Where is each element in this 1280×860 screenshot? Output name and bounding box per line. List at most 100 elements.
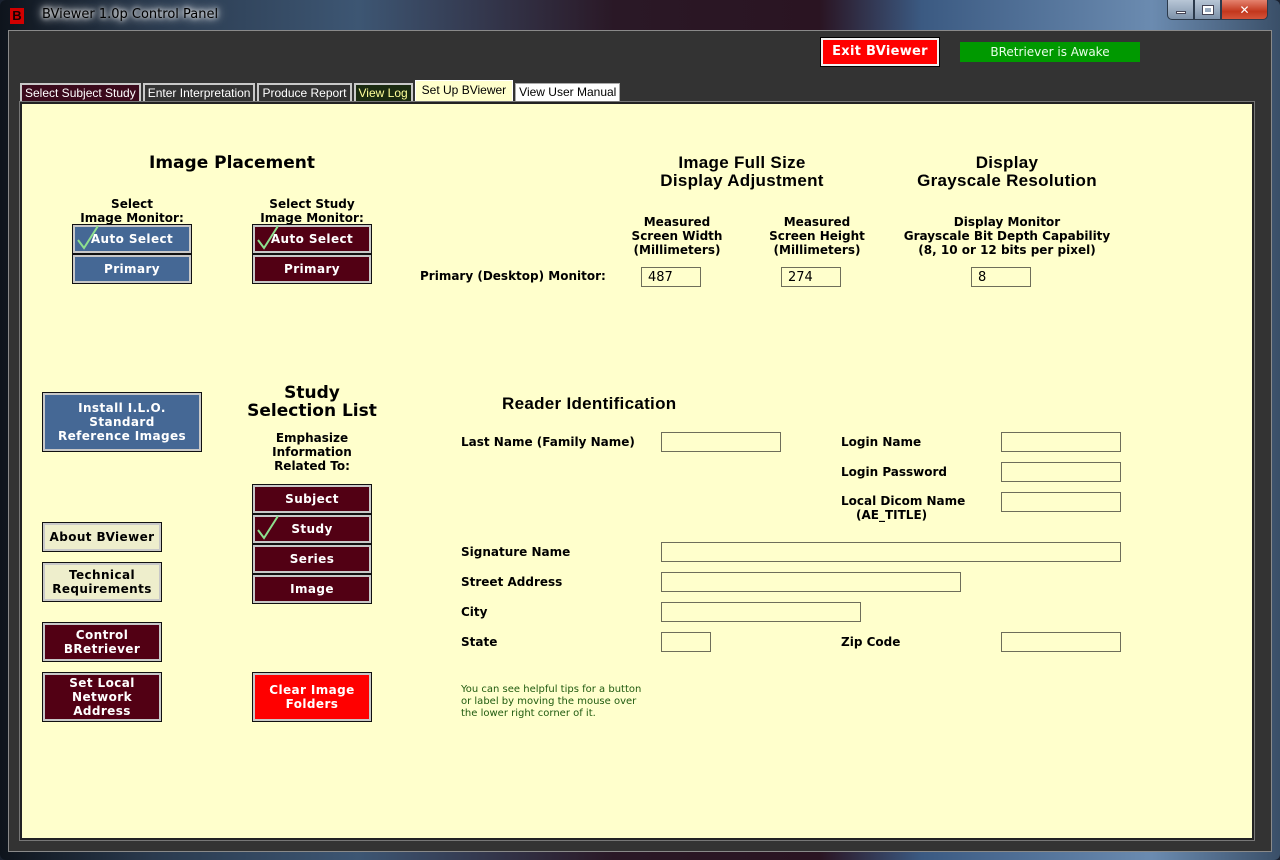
emphasize-study-button[interactable]: Study (252, 514, 372, 544)
label-line: (8, 10 or 12 bits per pixel) (918, 243, 1096, 257)
street-address-input[interactable] (661, 572, 961, 592)
label-line: Screen Height (769, 229, 865, 243)
about-bviewer-button[interactable]: About BViewer (42, 522, 162, 552)
grayscale-title: Display Grayscale Resolution (887, 154, 1127, 190)
label-line: Information (272, 445, 352, 459)
button-label: Study (291, 522, 333, 536)
last-name-input[interactable] (661, 432, 781, 452)
image-monitor-label-line1: Select (111, 197, 153, 211)
emphasize-series-button[interactable]: Series (252, 544, 372, 574)
city-label: City (461, 605, 488, 619)
app-window: B BViewer 1.0p Control Panel ✕ Exit BVie… (0, 0, 1280, 860)
tab-view-log[interactable]: View Log (353, 83, 413, 102)
control-bretriever-button[interactable]: Control BRetriever (42, 622, 162, 662)
button-label: Series (289, 552, 335, 566)
bit-depth-label: Display Monitor Grayscale Bit Depth Capa… (882, 215, 1132, 257)
last-name-label: Last Name (Family Name) (461, 435, 635, 449)
help-tip-text: You can see helpful tips for a button or… (461, 684, 641, 720)
clear-image-folders-button[interactable]: Clear Image Folders (252, 672, 372, 722)
setup-panel: Image Placement Select Image Monitor: Au… (20, 102, 1254, 840)
study-monitor-label: Select Study Image Monitor: (242, 197, 382, 225)
exit-bviewer-button[interactable]: Exit BViewer (820, 37, 940, 67)
screen-width-input[interactable] (641, 267, 701, 287)
full-size-title-line1: Image Full Size (678, 153, 806, 172)
minimize-button[interactable] (1167, 0, 1194, 20)
zip-code-input[interactable] (1001, 632, 1121, 652)
study-selection-title-line2: Selection List (247, 401, 377, 421)
city-input[interactable] (661, 602, 861, 622)
image-placement-title: Image Placement (149, 153, 315, 173)
button-label: Primary (104, 262, 160, 276)
label-line: Measured (643, 215, 711, 229)
label-line: Measured (783, 215, 851, 229)
emphasize-subject-button[interactable]: Subject (252, 484, 372, 514)
button-label: Technical Requirements (52, 568, 152, 596)
reader-identification-title: Reader Identification (502, 394, 677, 413)
label-line: Local Dicom Name (841, 494, 966, 508)
login-password-input[interactable] (1001, 462, 1121, 482)
label-line: Requirements (52, 582, 152, 596)
study-monitor-primary-button[interactable]: Primary (252, 254, 372, 284)
checkmark-icon (257, 515, 279, 540)
label-line: Related To: (274, 459, 350, 473)
set-local-network-address-button[interactable]: Set Local Network Address (42, 672, 162, 722)
app-logo-icon: B (10, 8, 24, 24)
label-line: (AE_TITLE) (856, 508, 928, 522)
button-label: Primary (284, 262, 340, 276)
study-selection-title: Study Selection List (222, 384, 402, 420)
tab-select-subject-study[interactable]: Select Subject Study (20, 83, 141, 102)
image-monitor-primary-button[interactable]: Primary (72, 254, 192, 284)
maximize-button[interactable] (1194, 0, 1221, 20)
login-password-label: Login Password (841, 465, 948, 479)
button-label: Auto Select (270, 232, 354, 246)
study-monitor-label-line1: Select Study (269, 197, 355, 211)
install-ilo-reference-images-button[interactable]: Install I.L.O. Standard Reference Images (42, 392, 202, 452)
label-line: Network (72, 690, 132, 704)
dicom-name-input[interactable] (1001, 492, 1121, 512)
label-line: Folders (285, 697, 339, 711)
client-area: Exit BViewer BRetriever is Awake Select … (8, 30, 1272, 852)
full-size-title-line2: Display Adjustment (660, 171, 824, 190)
study-monitor-label-line2: Image Monitor: (260, 211, 364, 225)
tab-produce-report[interactable]: Produce Report (257, 83, 352, 102)
tab-enter-interpretation[interactable]: Enter Interpretation (142, 83, 256, 102)
bit-depth-input[interactable] (971, 267, 1031, 287)
primary-monitor-row-label: Primary (Desktop) Monitor: (420, 269, 606, 283)
zip-code-label: Zip Code (841, 635, 901, 649)
signature-name-input[interactable] (661, 542, 1121, 562)
label-line: (Millimeters) (633, 243, 721, 257)
button-label: Control BRetriever (64, 628, 140, 656)
title-bar[interactable]: B BViewer 1.0p Control Panel ✕ (0, 0, 1280, 30)
image-monitor-label: Select Image Monitor: (62, 197, 202, 225)
label-line: Emphasize (275, 431, 349, 445)
screen-height-input[interactable] (781, 267, 841, 287)
technical-requirements-button[interactable]: Technical Requirements (42, 562, 162, 602)
grayscale-title-line2: Grayscale Resolution (917, 171, 1097, 190)
full-size-title: Image Full Size Display Adjustment (622, 154, 862, 190)
study-selection-title-line1: Study (284, 383, 340, 403)
button-label: Image (290, 582, 334, 596)
bretriever-status-badge: BRetriever is Awake (960, 42, 1140, 62)
street-address-label: Street Address (461, 575, 563, 589)
label-line: Control (75, 628, 129, 642)
image-monitor-auto-select-button[interactable]: Auto Select (72, 224, 192, 254)
state-input[interactable] (661, 632, 711, 652)
label-line: Reference Images (57, 429, 187, 443)
button-label: Auto Select (90, 232, 174, 246)
checkmark-icon (257, 225, 279, 250)
study-monitor-auto-select-button[interactable]: Auto Select (252, 224, 372, 254)
tab-view-user-manual[interactable]: View User Manual (515, 83, 621, 102)
label-line: Screen Width (631, 229, 723, 243)
label-line: BRetriever (63, 642, 141, 656)
label-line: Display Monitor (953, 215, 1061, 229)
button-label: Install I.L.O. Standard Reference Images (58, 401, 186, 443)
window-controls: ✕ (1167, 0, 1268, 20)
checkmark-icon (77, 225, 99, 250)
login-name-input[interactable] (1001, 432, 1121, 452)
label-line: Set Local (69, 676, 135, 690)
close-button[interactable]: ✕ (1221, 0, 1268, 20)
tab-set-up-bviewer[interactable]: Set Up BViewer (414, 80, 514, 102)
emphasize-image-button[interactable]: Image (252, 574, 372, 604)
button-label: Clear Image Folders (269, 683, 354, 711)
label-line: Clear Image (269, 683, 355, 697)
